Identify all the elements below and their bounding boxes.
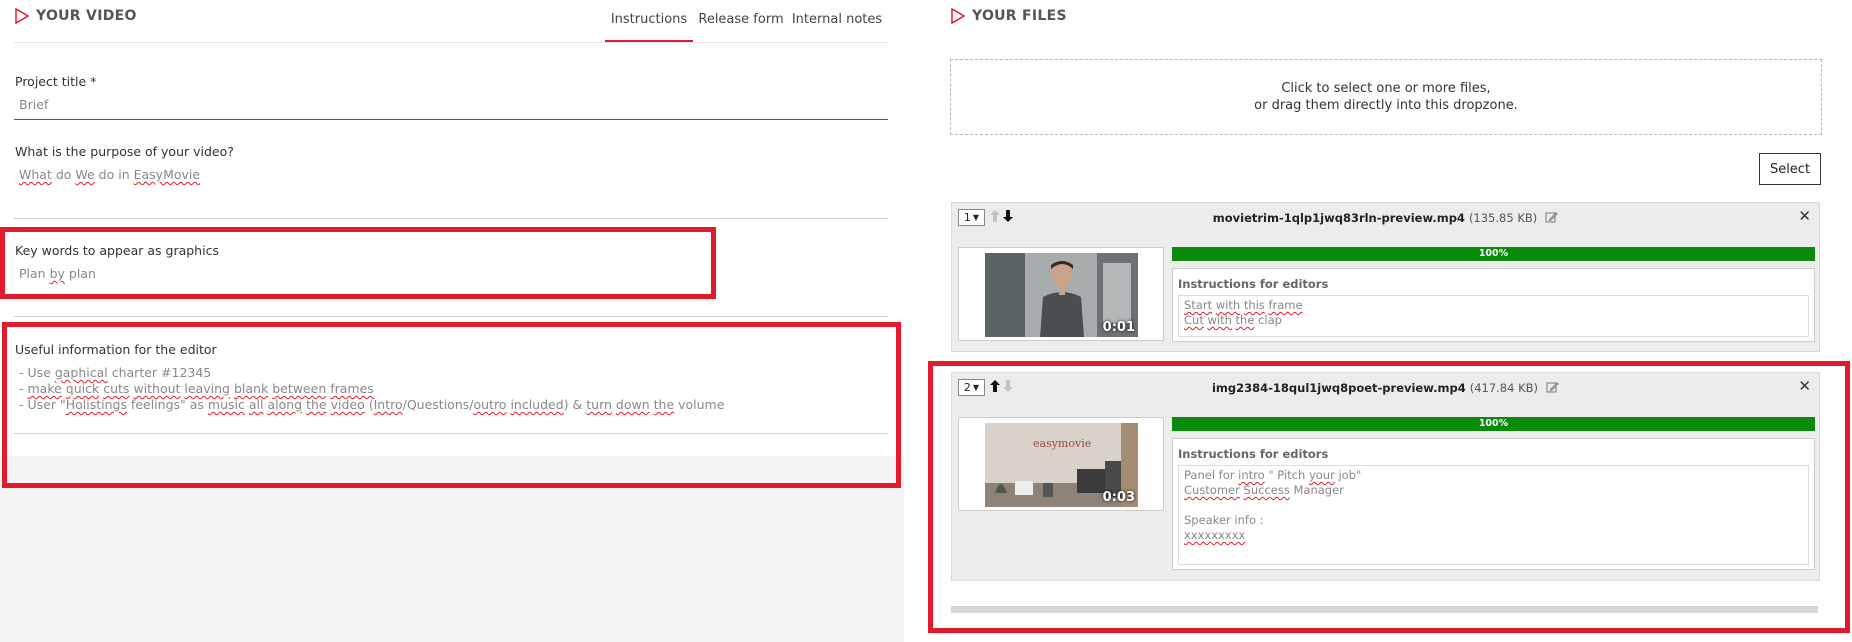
upload-progress-bar: 100%: [1172, 247, 1815, 261]
keywords-underline: [14, 316, 888, 317]
project-title-underline: [14, 119, 888, 120]
video-panel: [0, 0, 904, 642]
file-size: (135.85 KB): [1468, 211, 1538, 225]
file-name: movietrim-1qlp1jwq83rln-preview.mp4: [1212, 211, 1465, 225]
tab-release-form[interactable]: Release form: [693, 0, 789, 42]
tab-internal-notes[interactable]: Internal notes: [789, 0, 885, 42]
tab-internal-notes-label: Internal notes: [791, 12, 883, 27]
video-tabs: Instructions Release form Internal notes: [605, 0, 885, 43]
file-dropzone[interactable]: Click to select one or more files, or dr…: [950, 59, 1822, 135]
file-header: 1 ▼ movietrim-1qlp1jwq83rln-preview.mp4 (1…: [952, 203, 1819, 231]
tabs-divider: [14, 42, 888, 43]
project-title-label: Project title *: [15, 74, 97, 89]
your-files-title: YOUR FILES: [950, 8, 1067, 24]
video-duration: 0:01: [1102, 320, 1135, 335]
play-icon: [15, 8, 30, 24]
instructions-title: Instructions for editors: [1178, 277, 1329, 291]
video-thumbnail-frame: 0:01: [958, 247, 1164, 341]
highlight-file-2: [928, 361, 1850, 633]
tab-instructions[interactable]: Instructions: [605, 0, 693, 43]
highlight-useful-info: [2, 322, 901, 488]
your-video-label: YOUR VIDEO: [36, 8, 137, 24]
your-video-title: YOUR VIDEO: [14, 8, 137, 24]
file-card: 1 ▼ movietrim-1qlp1jwq83rln-preview.mp4 (1…: [951, 202, 1820, 352]
purpose-input[interactable]: What do We do in EasyMovie: [19, 167, 200, 183]
select-files-button[interactable]: Select: [1759, 153, 1821, 185]
tab-instructions-label: Instructions: [610, 12, 688, 27]
tab-release-form-label: Release form: [698, 12, 784, 27]
instructions-input[interactable]: Start with this frame Cut with the clap: [1178, 295, 1809, 337]
edit-icon[interactable]: [1545, 211, 1558, 224]
video-thumbnail[interactable]: 0:01: [985, 253, 1138, 337]
project-title-input[interactable]: Brief: [19, 97, 48, 113]
close-icon[interactable]: ✕: [1798, 208, 1811, 224]
dropzone-line1: Click to select one or more files,: [1281, 81, 1491, 96]
file-name-row: movietrim-1qlp1jwq83rln-preview.mp4 (135.…: [952, 211, 1819, 225]
highlight-keywords: [0, 227, 716, 299]
dropzone-line2: or drag them directly into this dropzone…: [1254, 98, 1518, 113]
your-files-label: YOUR FILES: [972, 8, 1067, 24]
play-icon: [951, 8, 966, 24]
instructions-box: Instructions for editors Start with this…: [1172, 268, 1815, 342]
purpose-label: What is the purpose of your video?: [15, 144, 234, 159]
purpose-underline: [14, 218, 888, 219]
